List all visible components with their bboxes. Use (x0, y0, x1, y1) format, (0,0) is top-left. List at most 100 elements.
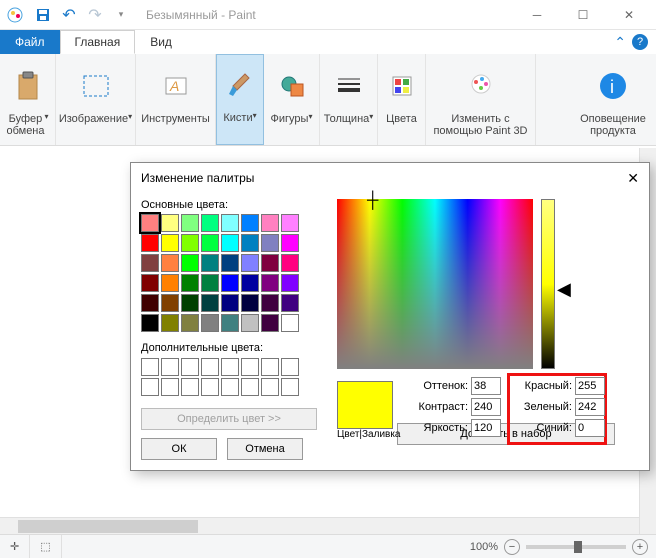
basic-swatch[interactable] (201, 214, 219, 232)
group-image[interactable]: Изображение▾ (56, 54, 136, 145)
sat-input[interactable] (471, 398, 501, 416)
group-shapes[interactable]: Фигуры▾ (264, 54, 320, 145)
custom-swatch[interactable] (201, 378, 219, 396)
basic-swatch[interactable] (261, 234, 279, 252)
minimize-button[interactable]: ─ (514, 0, 560, 30)
custom-swatch[interactable] (201, 358, 219, 376)
redo-icon[interactable]: ↷ (84, 4, 106, 26)
group-edit-3d[interactable]: Изменить с помощью Paint 3D (426, 54, 536, 145)
scroll-thumb[interactable] (18, 520, 198, 533)
basic-swatch[interactable] (141, 214, 159, 232)
tab-file[interactable]: Файл (0, 30, 60, 54)
minimize-ribbon-icon[interactable]: ⌃ (614, 34, 626, 51)
basic-swatch[interactable] (181, 314, 199, 332)
custom-swatch[interactable] (161, 358, 179, 376)
basic-swatch[interactable] (201, 294, 219, 312)
basic-swatch[interactable] (241, 234, 259, 252)
zoom-slider[interactable] (526, 545, 626, 549)
custom-swatch[interactable] (141, 378, 159, 396)
group-brushes[interactable]: Кисти▾ (216, 54, 264, 145)
basic-swatch[interactable] (241, 294, 259, 312)
custom-swatch[interactable] (141, 358, 159, 376)
horizontal-scrollbar[interactable] (0, 517, 639, 534)
zoom-out-button[interactable]: − (504, 539, 520, 555)
basic-swatch[interactable] (281, 274, 299, 292)
close-button[interactable]: ✕ (606, 0, 652, 30)
custom-swatch[interactable] (261, 358, 279, 376)
basic-swatch[interactable] (181, 234, 199, 252)
basic-swatch[interactable] (161, 214, 179, 232)
basic-swatch[interactable] (221, 294, 239, 312)
help-icon[interactable]: ? (632, 34, 648, 50)
cancel-button[interactable]: Отмена (227, 438, 303, 460)
group-tools[interactable]: A Инструменты (136, 54, 216, 145)
basic-swatch[interactable] (161, 254, 179, 272)
basic-swatch[interactable] (241, 254, 259, 272)
qat-dropdown-icon[interactable]: ▾ (110, 4, 132, 26)
tab-main[interactable]: Главная (60, 30, 136, 54)
custom-swatch[interactable] (281, 378, 299, 396)
tab-view[interactable]: Вид (135, 30, 187, 54)
group-notify[interactable]: i Оповещение продукта (570, 54, 656, 145)
basic-swatch[interactable] (201, 314, 219, 332)
basic-swatch[interactable] (141, 274, 159, 292)
save-icon[interactable] (32, 4, 54, 26)
basic-swatch[interactable] (281, 314, 299, 332)
ok-button[interactable]: ОК (141, 438, 217, 460)
custom-swatch[interactable] (241, 378, 259, 396)
maximize-button[interactable]: ☐ (560, 0, 606, 30)
group-colors[interactable]: Цвета (378, 54, 426, 145)
basic-swatch[interactable] (261, 294, 279, 312)
green-input[interactable] (575, 398, 605, 416)
basic-swatch[interactable] (161, 234, 179, 252)
basic-swatch[interactable] (141, 314, 159, 332)
basic-swatch[interactable] (141, 294, 159, 312)
basic-swatch[interactable] (161, 314, 179, 332)
dialog-close-button[interactable]: ✕ (627, 170, 639, 187)
basic-swatch[interactable] (281, 294, 299, 312)
blue-input[interactable] (575, 419, 605, 437)
lum-input[interactable] (471, 419, 501, 437)
custom-swatch[interactable] (181, 358, 199, 376)
luminosity-bar[interactable] (541, 199, 555, 369)
color-gradient[interactable]: ┼ (337, 199, 533, 369)
basic-swatch[interactable] (201, 234, 219, 252)
basic-swatch[interactable] (261, 314, 279, 332)
basic-swatch[interactable] (181, 254, 199, 272)
custom-swatch[interactable] (261, 378, 279, 396)
custom-swatch[interactable] (281, 358, 299, 376)
group-clipboard[interactable]: Буфер обмена ▾ (0, 54, 56, 145)
basic-swatch[interactable] (261, 254, 279, 272)
basic-swatch[interactable] (241, 274, 259, 292)
custom-swatch[interactable] (221, 378, 239, 396)
red-input[interactable] (575, 377, 605, 395)
custom-swatch[interactable] (161, 378, 179, 396)
basic-swatch[interactable] (181, 294, 199, 312)
basic-swatch[interactable] (141, 254, 159, 272)
basic-swatch[interactable] (261, 214, 279, 232)
custom-swatch[interactable] (241, 358, 259, 376)
basic-swatch[interactable] (141, 234, 159, 252)
hue-input[interactable] (471, 377, 501, 395)
basic-swatch[interactable] (241, 214, 259, 232)
basic-swatch[interactable] (201, 254, 219, 272)
basic-swatch[interactable] (201, 274, 219, 292)
basic-swatch[interactable] (181, 274, 199, 292)
zoom-in-button[interactable]: + (632, 539, 648, 555)
basic-swatch[interactable] (281, 254, 299, 272)
basic-swatch[interactable] (221, 274, 239, 292)
basic-swatch[interactable] (221, 214, 239, 232)
basic-swatch[interactable] (221, 254, 239, 272)
basic-swatch[interactable] (221, 314, 239, 332)
basic-swatch[interactable] (241, 314, 259, 332)
custom-swatch[interactable] (221, 358, 239, 376)
custom-swatch[interactable] (181, 378, 199, 396)
basic-swatch[interactable] (161, 294, 179, 312)
basic-swatch[interactable] (281, 214, 299, 232)
basic-swatch[interactable] (181, 214, 199, 232)
basic-swatch[interactable] (281, 234, 299, 252)
basic-swatch[interactable] (221, 234, 239, 252)
basic-swatch[interactable] (161, 274, 179, 292)
undo-icon[interactable]: ↶ (58, 4, 80, 26)
group-thickness[interactable]: Толщина▾ (320, 54, 378, 145)
